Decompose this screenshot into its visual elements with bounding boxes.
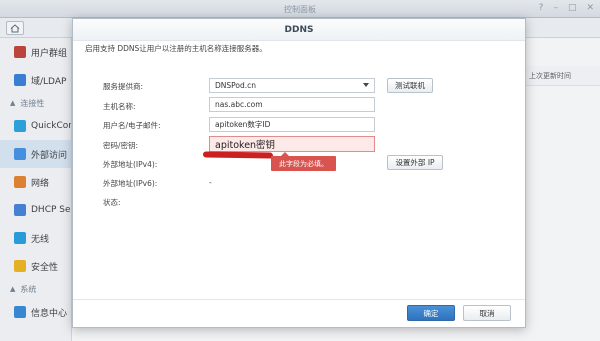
status-label: 状态:: [103, 198, 121, 207]
dialog-title: DDNS: [73, 19, 525, 41]
provider-value: DNSPod.cn: [215, 81, 257, 90]
redaction-mark: [202, 151, 274, 159]
error-tooltip: 此字段为必填。: [271, 152, 336, 171]
ipv4-label: 外部地址(IPv4):: [103, 160, 158, 169]
username-field[interactable]: apitoken数字ID: [209, 117, 375, 132]
ipv6-value: -: [209, 178, 212, 187]
provider-label: 服务提供商:: [103, 82, 144, 91]
provider-select[interactable]: DNSPod.cn: [209, 78, 375, 93]
dialog-description: 启用支持 DDNS让用户以注册的主机名称连接服务器。: [85, 44, 267, 53]
hostname-label: 主机名称:: [103, 102, 136, 111]
set-external-ip-button[interactable]: 设置外部 IP: [387, 155, 443, 170]
ddns-dialog: DDNS 启用支持 DDNS让用户以注册的主机名称连接服务器。 服务提供商: D…: [72, 18, 526, 328]
ok-button[interactable]: 确定: [407, 305, 455, 321]
username-label: 用户名/电子邮件:: [103, 121, 161, 130]
chevron-down-icon: [363, 83, 369, 87]
ipv6-label: 外部地址(IPv6):: [103, 179, 158, 188]
hostname-field[interactable]: nas.abc.com: [209, 97, 375, 112]
test-connection-button[interactable]: 测试联机: [387, 78, 433, 93]
password-label: 密码/密钥:: [103, 141, 139, 150]
cancel-button[interactable]: 取消: [463, 305, 511, 321]
dialog-footer: 确定 取消: [73, 299, 525, 327]
password-field[interactable]: apitoken密钥: [209, 136, 375, 152]
